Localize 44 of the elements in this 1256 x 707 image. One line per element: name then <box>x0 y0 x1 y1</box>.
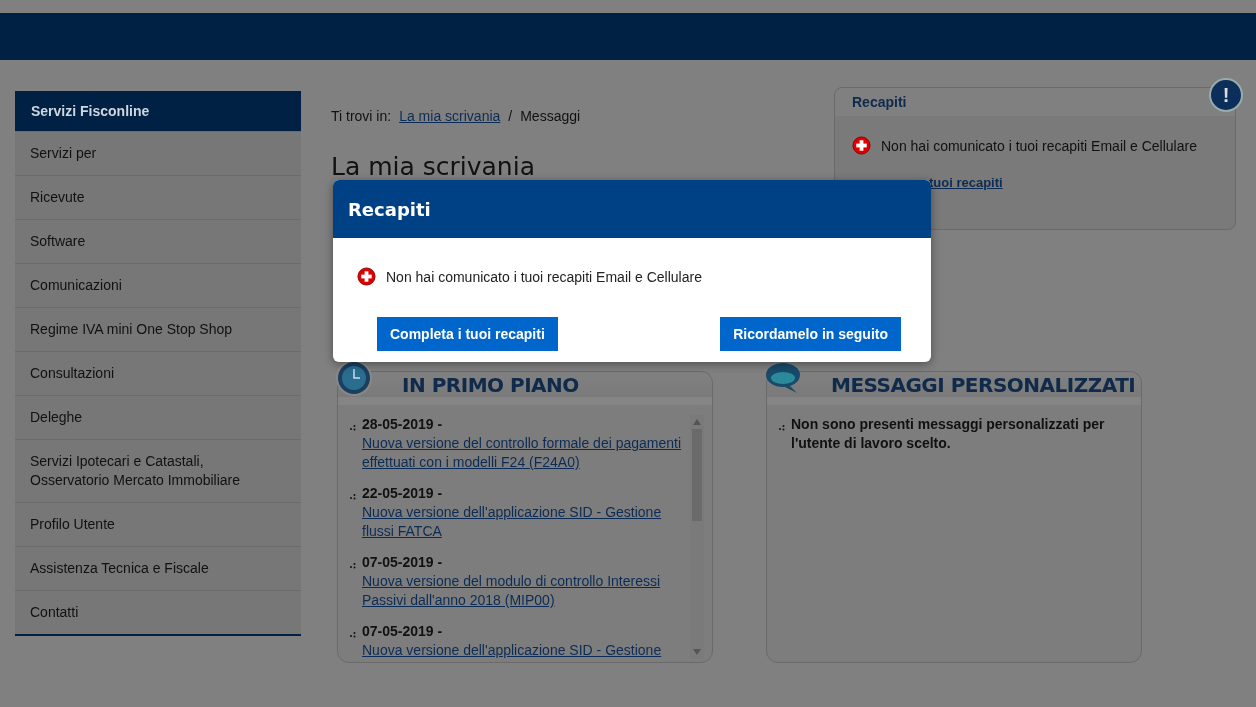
sidebar-item[interactable]: Consultazioni <box>15 351 301 395</box>
card-link[interactable]: tuoi recapiti <box>929 175 1003 190</box>
dialog-message: Non hai comunicato i tuoi recapiti Email e Cellulare <box>386 268 702 285</box>
sidebar-item[interactable]: Ricevute <box>15 175 301 219</box>
alert-badge: ! <box>1209 78 1243 112</box>
error-icon <box>852 136 871 155</box>
scroll-down-icon[interactable] <box>693 649 701 655</box>
sidebar-title: Servizi Fisconline <box>15 91 301 131</box>
panel-title: IN PRIMO PIANO <box>402 372 579 397</box>
breadcrumb-prefix: Ti trovi in: <box>331 108 392 124</box>
bullet-icon <box>350 492 356 500</box>
dialog-button[interactable]: Ricordamelo in seguito <box>720 317 901 351</box>
panel-title: MESSAGGI PERSONALIZZATI <box>831 372 1136 397</box>
dialog-title: Recapiti <box>348 198 431 220</box>
page-title: La mia scrivania <box>331 154 536 180</box>
sidebar-item[interactable]: Assistenza Tecnica e Fiscale <box>15 546 301 590</box>
dialog-button[interactable]: Completa i tuoi recapiti <box>377 317 558 351</box>
news-link[interactable]: Nuova versione del controllo formale dei pagamenti effettuati con i modelli F24 (F24A0) <box>362 434 690 472</box>
bullet-icon <box>350 561 356 569</box>
bullet-icon <box>350 423 356 431</box>
message-text: Non sono presenti messaggi personalizzati per l'utente di lavoro scelto. <box>791 415 1106 453</box>
news-date: 07-05-2019 - <box>362 553 444 572</box>
news-date: 28-05-2019 - <box>362 415 444 434</box>
sidebar-item[interactable]: Software <box>15 219 301 263</box>
news-link[interactable]: Nuova versione dell'applicazione SID - Gestione <box>362 641 662 659</box>
breadcrumb-link[interactable]: La mia scrivania <box>399 108 501 124</box>
sidebar-item[interactable]: Deleghe <box>15 395 301 439</box>
news-link[interactable]: Nuova versione dell'applicazione SID - Gestione flussi FATCA <box>362 503 690 541</box>
bullet-icon <box>779 423 785 431</box>
card-message: Non hai comunicato i tuoi recapiti Email e Cellulare <box>881 137 1197 154</box>
sidebar-item[interactable]: Regime IVA mini One Stop Shop <box>15 307 301 351</box>
news-date: 22-05-2019 - <box>362 484 444 503</box>
news-date: 07-05-2019 - <box>362 622 444 641</box>
sidebar-item[interactable]: Contatti <box>15 590 301 634</box>
sidebar-item[interactable]: Comunicazioni <box>15 263 301 307</box>
news-link[interactable]: Nuova versione del modulo di controllo Interessi Passivi dall'anno 2018 (MIP00) <box>362 572 690 610</box>
sidebar-item[interactable]: Servizi per <box>15 131 301 175</box>
sidebar-item[interactable]: Servizi Ipotecari e Catastali, Osservatorio Mercato Immobiliare <box>15 439 301 502</box>
bullet-icon <box>350 630 356 638</box>
breadcrumb-current: Messaggi <box>520 108 581 124</box>
scroll-up-icon[interactable] <box>693 419 701 425</box>
sidebar-item[interactable]: Profilo Utente <box>15 502 301 546</box>
error-icon <box>357 267 376 286</box>
breadcrumb-separator: / <box>508 108 513 124</box>
